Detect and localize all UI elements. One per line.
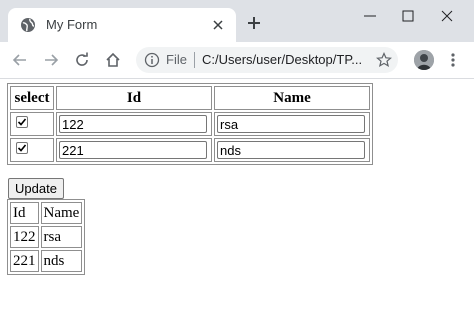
reload-icon[interactable] bbox=[73, 51, 91, 69]
update-button[interactable]: Update bbox=[8, 178, 64, 199]
header-id: Id bbox=[56, 86, 212, 110]
table-row: 221 nds bbox=[10, 250, 83, 272]
result-id-cell: 122 bbox=[10, 226, 39, 248]
url-scheme: File bbox=[166, 52, 187, 67]
home-icon[interactable] bbox=[104, 51, 122, 69]
result-header-row: Id Name bbox=[10, 202, 83, 224]
address-bar[interactable]: File C:/Users/user/Desktop/TP... bbox=[136, 47, 398, 73]
tab-my-form[interactable]: My Form bbox=[8, 8, 236, 42]
result-header-name: Name bbox=[40, 202, 83, 224]
address-separator bbox=[194, 52, 195, 68]
result-table: Id Name 122 rsa 221 nds bbox=[7, 199, 86, 275]
globe-icon bbox=[21, 18, 35, 32]
id-cell bbox=[56, 112, 212, 136]
result-header-id: Id bbox=[10, 202, 39, 224]
star-icon[interactable] bbox=[376, 52, 392, 68]
table-header-row: select Id Name bbox=[10, 86, 370, 110]
url-text[interactable]: C:/Users/user/Desktop/TP... bbox=[202, 52, 362, 67]
id-input[interactable] bbox=[59, 115, 207, 133]
row-checkbox[interactable] bbox=[16, 141, 28, 154]
header-name: Name bbox=[214, 86, 370, 110]
minimize-icon[interactable] bbox=[355, 6, 385, 26]
page-content: select Id Name 122 rsa 221 nds Update Id… bbox=[0, 79, 474, 311]
kebab-menu-icon[interactable] bbox=[444, 51, 462, 69]
table-row: 122 rsa bbox=[10, 226, 83, 248]
back-arrow-icon[interactable] bbox=[11, 51, 29, 69]
info-icon[interactable] bbox=[144, 52, 160, 68]
check-icon bbox=[17, 143, 27, 152]
form-table: select Id Name bbox=[7, 83, 373, 165]
id-cell bbox=[56, 138, 212, 162]
result-name-cell: nds bbox=[40, 250, 83, 272]
select-cell bbox=[10, 138, 54, 162]
header-select: select bbox=[10, 86, 54, 110]
name-input[interactable] bbox=[217, 141, 365, 159]
window-close-icon[interactable] bbox=[432, 6, 462, 26]
close-icon[interactable] bbox=[210, 17, 226, 33]
tab-strip: My Form bbox=[0, 0, 474, 42]
select-cell bbox=[10, 112, 54, 136]
name-cell bbox=[214, 112, 370, 136]
result-name-cell: rsa bbox=[40, 226, 83, 248]
result-id-cell: 221 bbox=[10, 250, 39, 272]
profile-icon bbox=[414, 50, 434, 70]
name-cell bbox=[214, 138, 370, 162]
check-icon bbox=[17, 117, 27, 126]
name-input[interactable] bbox=[217, 115, 365, 133]
plus-icon[interactable] bbox=[246, 15, 262, 31]
id-input[interactable] bbox=[59, 141, 207, 159]
table-row bbox=[10, 138, 370, 162]
tab-title: My Form bbox=[46, 17, 98, 32]
browser-toolbar: File C:/Users/user/Desktop/TP... bbox=[0, 42, 474, 79]
row-checkbox[interactable] bbox=[16, 115, 28, 128]
forward-arrow-icon[interactable] bbox=[42, 51, 60, 69]
maximize-icon[interactable] bbox=[393, 6, 423, 26]
avatar[interactable] bbox=[414, 50, 434, 70]
table-row bbox=[10, 112, 370, 136]
